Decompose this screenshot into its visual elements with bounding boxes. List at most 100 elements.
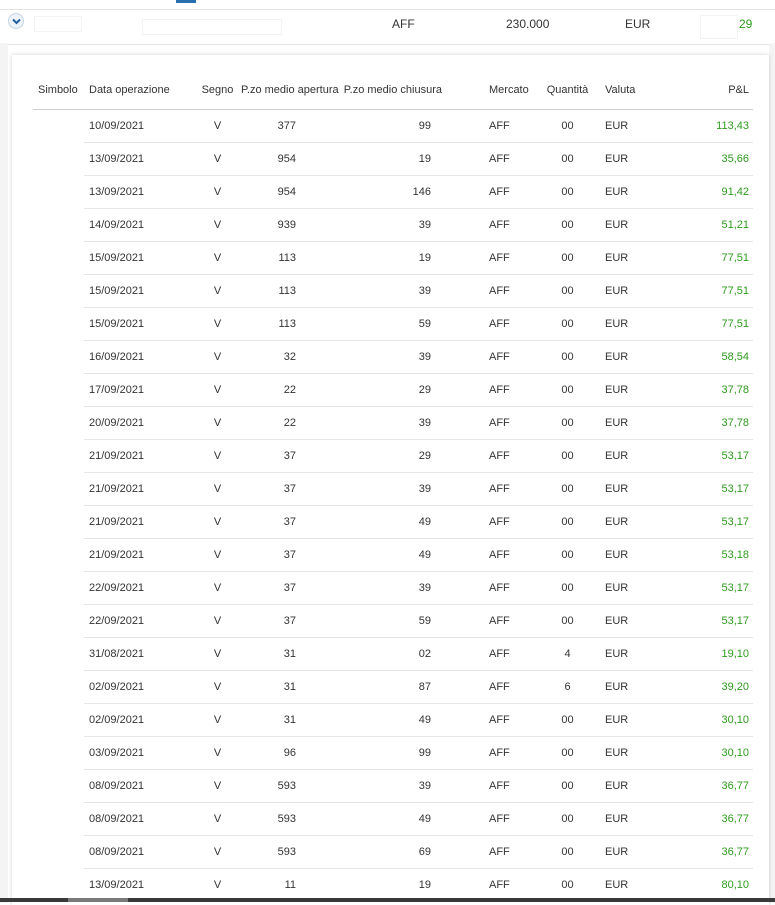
left-gutter xyxy=(0,43,8,903)
cell-currency: EUR xyxy=(600,439,655,473)
cell-sign: V xyxy=(194,637,241,671)
cell-sign: V xyxy=(194,109,241,143)
cell-quantity: 00 xyxy=(535,703,600,737)
cell-quantity: 00 xyxy=(535,109,600,143)
table-row[interactable]: 15/09/2021 V 113 59 AFF 00 EUR 77,51 xyxy=(33,307,753,341)
cell-pnl: 58,54 xyxy=(655,340,753,374)
cell-currency: EUR xyxy=(600,637,655,671)
cell-pnl: 53,17 xyxy=(655,604,753,638)
summary-amount: 230.000 xyxy=(506,17,550,31)
cell-quantity: 00 xyxy=(535,208,600,242)
table-row[interactable]: 21/09/2021 V 37 39 AFF 00 EUR 53,17 xyxy=(33,472,753,506)
cell-market: AFF xyxy=(484,703,535,737)
table-row[interactable]: 13/09/2021 V 11 19 AFF 00 EUR 80,10 xyxy=(33,868,753,902)
cell-close-price: 146 xyxy=(319,175,484,209)
table-row[interactable]: 21/09/2021 V 37 29 AFF 00 EUR 53,17 xyxy=(33,439,753,473)
column-header-currency[interactable]: Valuta xyxy=(600,70,655,110)
cell-pnl: 36,77 xyxy=(655,835,753,869)
table-row[interactable]: 22/09/2021 V 37 59 AFF 00 EUR 53,17 xyxy=(33,604,753,638)
column-header-symbol[interactable]: Simbolo xyxy=(33,70,84,110)
redacted-symbol xyxy=(34,16,82,32)
cell-market: AFF xyxy=(484,769,535,803)
cell-close-price: 19 xyxy=(319,142,484,176)
column-header-open-price[interactable]: P.zo medio apertura xyxy=(241,70,339,110)
cell-sign: V xyxy=(194,274,241,308)
table-row[interactable]: 17/09/2021 V 22 29 AFF 00 EUR 37,78 xyxy=(33,373,753,407)
redacted-pnl-prefix xyxy=(700,15,738,39)
summary-market: AFF xyxy=(392,17,415,31)
cell-symbol xyxy=(33,770,84,803)
cell-date: 22/09/2021 xyxy=(84,571,194,605)
table-row[interactable]: 02/09/2021 V 31 87 AFF 6 EUR 39,20 xyxy=(33,670,753,704)
cell-pnl: 30,10 xyxy=(655,703,753,737)
cell-open-price: 593 xyxy=(241,835,319,869)
cell-date: 21/09/2021 xyxy=(84,439,194,473)
table-row[interactable]: 13/09/2021 V 954 146 AFF 00 EUR 91,42 xyxy=(33,175,753,209)
cell-quantity: 00 xyxy=(535,472,600,506)
table-row[interactable]: 03/09/2021 V 96 99 AFF 00 EUR 30,10 xyxy=(33,736,753,770)
cell-close-price: 49 xyxy=(319,538,484,572)
cell-date: 21/09/2021 xyxy=(84,538,194,572)
column-header-quantity[interactable]: Quantità xyxy=(535,70,600,110)
cell-sign: V xyxy=(194,835,241,869)
cell-sign: V xyxy=(194,571,241,605)
cell-market: AFF xyxy=(484,670,535,704)
table-row[interactable]: 14/09/2021 V 939 39 AFF 00 EUR 51,21 xyxy=(33,208,753,242)
cell-pnl: 51,21 xyxy=(655,208,753,242)
cell-close-price: 49 xyxy=(319,703,484,737)
cell-date: 08/09/2021 xyxy=(84,802,194,836)
table-row[interactable]: 16/09/2021 V 32 39 AFF 00 EUR 58,54 xyxy=(33,340,753,374)
cell-symbol xyxy=(33,737,84,770)
cell-pnl: 36,77 xyxy=(655,769,753,803)
table-row[interactable]: 08/09/2021 V 593 49 AFF 00 EUR 36,77 xyxy=(33,802,753,836)
cell-pnl: 35,66 xyxy=(655,142,753,176)
scrollbar-thumb[interactable] xyxy=(68,898,128,902)
cell-symbol xyxy=(33,110,84,143)
column-header-market[interactable]: Mercato xyxy=(484,70,535,110)
cell-currency: EUR xyxy=(600,703,655,737)
table-row[interactable]: 13/09/2021 V 954 19 AFF 00 EUR 35,66 xyxy=(33,142,753,176)
cell-market: AFF xyxy=(484,604,535,638)
cell-date: 14/09/2021 xyxy=(84,208,194,242)
table-row[interactable]: 31/08/2021 V 31 02 AFF 4 EUR 19,10 xyxy=(33,637,753,671)
table-row[interactable]: 08/09/2021 V 593 39 AFF 00 EUR 36,77 xyxy=(33,769,753,803)
cell-quantity: 00 xyxy=(535,142,600,176)
cell-quantity: 00 xyxy=(535,241,600,275)
cell-date: 13/09/2021 xyxy=(84,868,194,902)
cell-symbol xyxy=(33,506,84,539)
table-row[interactable]: 02/09/2021 V 31 49 AFF 00 EUR 30,10 xyxy=(33,703,753,737)
column-header-sign[interactable]: Segno xyxy=(194,70,241,110)
column-header-pnl[interactable]: P&L xyxy=(655,70,753,110)
cell-quantity: 00 xyxy=(535,769,600,803)
table-row[interactable]: 08/09/2021 V 593 69 AFF 00 EUR 36,77 xyxy=(33,835,753,869)
column-header-close-price[interactable]: P.zo medio chiusura xyxy=(319,70,484,110)
cell-currency: EUR xyxy=(600,571,655,605)
cell-symbol xyxy=(33,407,84,440)
position-summary-row[interactable]: AFF 230.000 EUR 29 xyxy=(0,9,775,45)
table-row[interactable]: 21/09/2021 V 37 49 AFF 00 EUR 53,17 xyxy=(33,505,753,539)
cell-pnl: 19,10 xyxy=(655,637,753,671)
cell-open-price: 31 xyxy=(241,670,319,704)
table-row[interactable]: 10/09/2021 V 377 99 AFF 00 EUR 113,43 xyxy=(33,109,753,143)
cell-currency: EUR xyxy=(600,274,655,308)
table-row[interactable]: 22/09/2021 V 37 39 AFF 00 EUR 53,17 xyxy=(33,571,753,605)
cell-sign: V xyxy=(194,208,241,242)
table-row[interactable]: 15/09/2021 V 113 19 AFF 00 EUR 77,51 xyxy=(33,241,753,275)
cell-open-price: 37 xyxy=(241,604,319,638)
table-row[interactable]: 21/09/2021 V 37 49 AFF 00 EUR 53,18 xyxy=(33,538,753,572)
cell-pnl: 77,51 xyxy=(655,274,753,308)
table-row[interactable]: 20/09/2021 V 22 39 AFF 00 EUR 37,78 xyxy=(33,406,753,440)
cell-date: 03/09/2021 xyxy=(84,736,194,770)
expand-toggle-button[interactable] xyxy=(8,13,24,29)
cell-date: 08/09/2021 xyxy=(84,769,194,803)
cell-pnl: 77,51 xyxy=(655,241,753,275)
cell-close-price: 39 xyxy=(319,472,484,506)
cell-currency: EUR xyxy=(600,604,655,638)
column-header-date[interactable]: Data operazione xyxy=(84,70,194,110)
cell-market: AFF xyxy=(484,736,535,770)
cell-sign: V xyxy=(194,604,241,638)
cell-pnl: 30,10 xyxy=(655,736,753,770)
table-row[interactable]: 15/09/2021 V 113 39 AFF 00 EUR 77,51 xyxy=(33,274,753,308)
cell-symbol xyxy=(33,539,84,572)
cell-market: AFF xyxy=(484,505,535,539)
